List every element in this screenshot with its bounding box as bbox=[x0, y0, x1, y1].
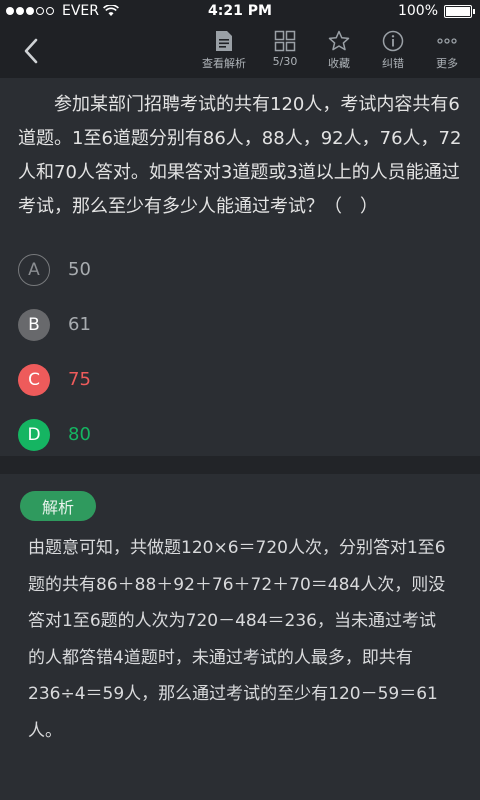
more-icon bbox=[437, 38, 457, 44]
report-error-button[interactable]: 纠错 bbox=[366, 30, 420, 71]
option-a[interactable]: A 50 bbox=[18, 242, 458, 297]
option-c-badge: C bbox=[18, 363, 50, 396]
option-d-badge: D bbox=[18, 418, 50, 451]
section-divider bbox=[0, 456, 480, 474]
analysis-tag: 解析 bbox=[20, 491, 96, 521]
view-analysis-label: 查看解析 bbox=[202, 57, 246, 70]
option-d[interactable]: D 80 bbox=[18, 407, 458, 462]
favorite-label: 收藏 bbox=[328, 57, 350, 70]
back-button[interactable] bbox=[16, 34, 46, 68]
report-error-label: 纠错 bbox=[382, 57, 404, 70]
option-c[interactable]: C 75 bbox=[18, 352, 458, 407]
question-index-button[interactable]: 5/30 bbox=[258, 30, 312, 71]
option-a-text: 50 bbox=[68, 259, 91, 280]
question-index-label: 5/30 bbox=[272, 55, 298, 68]
more-button[interactable]: 更多 bbox=[420, 30, 474, 71]
answer-options: A 50 B 61 C 75 D 80 bbox=[18, 242, 458, 462]
status-bar: EVER 4:21 PM 100% bbox=[0, 0, 480, 24]
view-analysis-button[interactable]: 查看解析 bbox=[190, 30, 258, 71]
option-a-badge: A bbox=[18, 253, 50, 286]
toolbar-actions: 查看解析 5/30 收藏 纠错 更多 bbox=[190, 30, 474, 71]
chevron-left-icon bbox=[24, 38, 38, 64]
option-b-badge: B bbox=[18, 308, 50, 341]
battery-icon bbox=[444, 4, 475, 18]
document-icon bbox=[216, 31, 232, 51]
battery-percent: 100% bbox=[397, 3, 438, 19]
grid-icon bbox=[274, 30, 296, 52]
info-icon bbox=[382, 30, 404, 52]
more-label: 更多 bbox=[436, 57, 458, 70]
option-c-text: 75 bbox=[68, 369, 91, 390]
analysis-text: 由题意可知，共做题120×6＝720人次，分别答对1至6题的共有86＋88＋92… bbox=[28, 538, 446, 741]
option-b[interactable]: B 61 bbox=[18, 297, 458, 352]
option-b-text: 61 bbox=[68, 314, 91, 335]
question-text: 参加某部门招聘考试的共有120人，考试内容共有6道题。1至6道题分别有86人，8… bbox=[18, 94, 462, 217]
top-toolbar: 查看解析 5/30 收藏 纠错 更多 bbox=[0, 24, 480, 78]
favorite-button[interactable]: 收藏 bbox=[312, 30, 366, 71]
option-d-text: 80 bbox=[68, 424, 91, 445]
battery-status: 100% bbox=[397, 3, 475, 19]
star-icon bbox=[328, 30, 350, 51]
